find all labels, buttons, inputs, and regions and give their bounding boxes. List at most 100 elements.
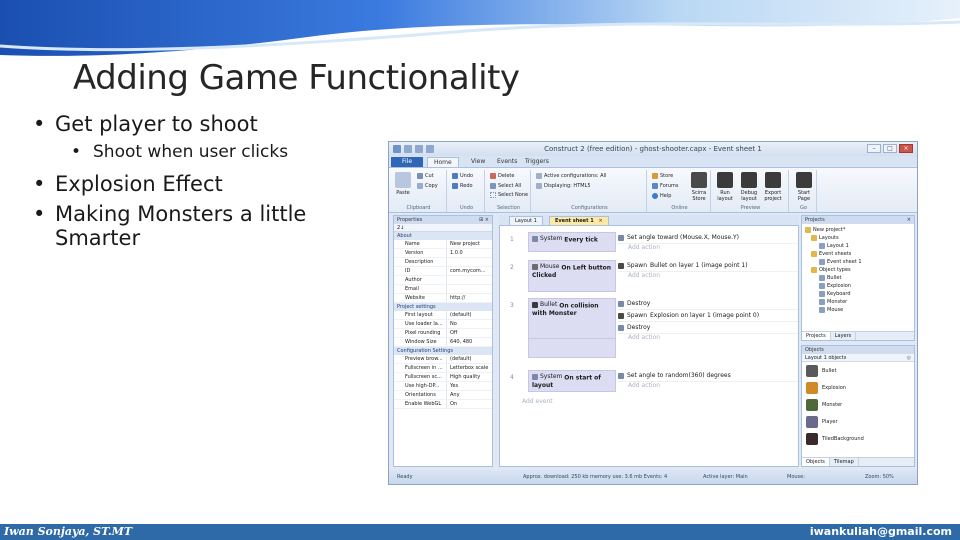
object-item[interactable]: Player — [802, 413, 914, 430]
tree-node[interactable]: Mouse — [805, 306, 911, 314]
help-button[interactable]: Help — [652, 193, 671, 199]
run-layout-icon[interactable] — [717, 172, 733, 188]
property-row[interactable]: Website http:// — [394, 294, 492, 303]
tab-file[interactable]: File — [391, 157, 423, 167]
event-row[interactable]: 2 Mouse On Left button Clicked Spawn Bullet… — [500, 260, 798, 294]
tab-projects[interactable]: Projects — [802, 332, 831, 340]
property-row[interactable]: Use loader la... No — [394, 320, 492, 329]
tree-node[interactable]: Object types — [805, 266, 911, 274]
refresh-icon[interactable]: ◎ — [907, 355, 911, 361]
active-configurations-dropdown[interactable]: Active configurations: All — [536, 173, 606, 179]
tree-node[interactable]: Keyboard — [805, 290, 911, 298]
close-button[interactable]: × — [899, 144, 913, 153]
undo-button[interactable]: Undo — [452, 173, 473, 179]
select-all-button[interactable]: Select All — [490, 183, 521, 189]
tree-node[interactable]: Monster — [805, 298, 911, 306]
action-row[interactable]: Spawn Bullet on layer 1 (image point 1) — [618, 260, 798, 272]
add-action-link[interactable]: Add action — [618, 382, 798, 392]
tree-node[interactable]: Layout 1 — [805, 242, 911, 250]
maximize-button[interactable]: □ — [883, 144, 897, 153]
pin-icon[interactable]: ⊞ × — [479, 217, 489, 223]
property-row[interactable]: First layout (default) — [394, 311, 492, 320]
property-section-header[interactable]: Project settings — [394, 303, 492, 311]
property-value[interactable]: com.mycom... — [446, 267, 492, 275]
scirra-store-icon[interactable] — [691, 172, 707, 188]
add-event-link[interactable]: Add event — [522, 398, 553, 405]
objects-filter[interactable]: Layout 1 objects ◎ — [802, 354, 914, 362]
property-value[interactable]: Yes — [446, 382, 492, 390]
property-value[interactable]: (default) — [446, 311, 492, 319]
property-row[interactable]: Window Size 640, 480 — [394, 338, 492, 347]
home-icon[interactable] — [796, 172, 812, 188]
property-value[interactable]: 640, 480 — [446, 338, 492, 346]
event-row[interactable]: 1 System Every tick Set angle toward (Mous… — [500, 232, 798, 254]
property-value[interactable]: Off — [446, 329, 492, 337]
tree-node[interactable]: Bullet — [805, 274, 911, 282]
action-row[interactable]: Destroy — [618, 298, 798, 310]
tab-triggers[interactable]: Triggers — [519, 157, 555, 167]
action-row[interactable]: Set angle toward (Mouse.X, Mouse.Y) — [618, 232, 798, 244]
scirra-store-button[interactable]: Scirra Store — [689, 190, 709, 202]
export-project-icon[interactable] — [765, 172, 781, 188]
properties-sort-toolbar[interactable]: 2↓ — [394, 224, 492, 232]
property-row[interactable]: Enable WebGL On — [394, 400, 492, 409]
object-item[interactable]: TiledBackground — [802, 430, 914, 447]
property-row[interactable]: Pixel rounding Off — [394, 329, 492, 338]
tree-node[interactable]: Layouts — [805, 234, 911, 242]
store-button[interactable]: Store — [652, 173, 673, 179]
property-row[interactable]: Version 1.0.0 — [394, 249, 492, 258]
tree-node[interactable]: Event sheets — [805, 250, 911, 258]
close-icon[interactable]: × — [907, 217, 911, 223]
add-action-link[interactable]: Add action — [618, 272, 798, 282]
tab-event-sheet-1[interactable]: Event sheet 1 × — [549, 216, 609, 225]
action-row[interactable]: Spawn Explosion on layer 1 (image point 0… — [618, 310, 798, 322]
event-condition[interactable]: System On start of layout — [528, 370, 616, 392]
paste-button[interactable]: Paste — [393, 190, 413, 196]
export-project-button[interactable]: Export project — [763, 190, 783, 202]
cut-button[interactable]: Cut — [417, 173, 434, 179]
add-action-link[interactable]: Add action — [618, 244, 798, 254]
property-value[interactable]: High quality — [446, 373, 492, 381]
tab-layout-1[interactable]: Layout 1 — [509, 216, 543, 225]
property-row[interactable]: Fullscreen sc... High quality — [394, 373, 492, 382]
displaying-dropdown[interactable]: Displaying: HTML5 — [536, 183, 591, 189]
property-row[interactable]: Author — [394, 276, 492, 285]
forums-button[interactable]: Forums — [652, 183, 678, 189]
tree-node[interactable]: New project* — [805, 226, 911, 234]
property-value[interactable]: No — [446, 320, 492, 328]
redo-button[interactable]: Redo — [452, 183, 473, 189]
tree-node[interactable]: Event sheet 1 — [805, 258, 911, 266]
event-row[interactable]: 4 System On start of layout Set angle to r… — [500, 370, 798, 392]
copy-button[interactable]: Copy — [417, 183, 438, 189]
property-row[interactable]: Fullscreen in ... Letterbox scale — [394, 364, 492, 373]
tab-objects[interactable]: Objects — [802, 458, 830, 466]
property-row[interactable]: ID com.mycom... — [394, 267, 492, 276]
property-value[interactable]: (default) — [446, 355, 492, 363]
property-row[interactable]: Email — [394, 285, 492, 294]
property-value[interactable]: Any — [446, 391, 492, 399]
minimize-button[interactable]: – — [867, 144, 881, 153]
tab-view[interactable]: View — [465, 157, 491, 167]
delete-button[interactable]: Delete — [490, 173, 514, 179]
debug-layout-icon[interactable] — [741, 172, 757, 188]
add-action-link[interactable]: Add action — [618, 334, 798, 344]
property-value[interactable] — [446, 285, 492, 293]
property-value[interactable]: 1.0.0 — [446, 249, 492, 257]
event-condition[interactable]: Mouse On Left button Clicked — [528, 260, 616, 292]
debug-layout-button[interactable]: Debug layout — [739, 190, 759, 202]
property-value[interactable] — [446, 258, 492, 266]
property-value[interactable] — [446, 276, 492, 284]
property-value[interactable]: New project — [446, 240, 492, 248]
tab-layers[interactable]: Layers — [831, 332, 857, 340]
start-page-button[interactable]: Start Page — [794, 190, 814, 202]
property-value[interactable]: Letterbox scale — [446, 364, 492, 372]
select-none-button[interactable]: Select None — [490, 192, 528, 198]
property-section-header[interactable]: Configuration Settings — [394, 347, 492, 355]
tab-tilemap[interactable]: Tilemap — [830, 458, 859, 466]
event-condition[interactable]: System Every tick — [528, 232, 616, 252]
close-tab-icon[interactable]: × — [598, 218, 602, 224]
run-layout-button[interactable]: Run layout — [715, 190, 735, 202]
property-section-header[interactable]: About — [394, 232, 492, 240]
property-value[interactable]: On — [446, 400, 492, 408]
action-row[interactable]: Set angle to random(360) degrees — [618, 370, 798, 382]
